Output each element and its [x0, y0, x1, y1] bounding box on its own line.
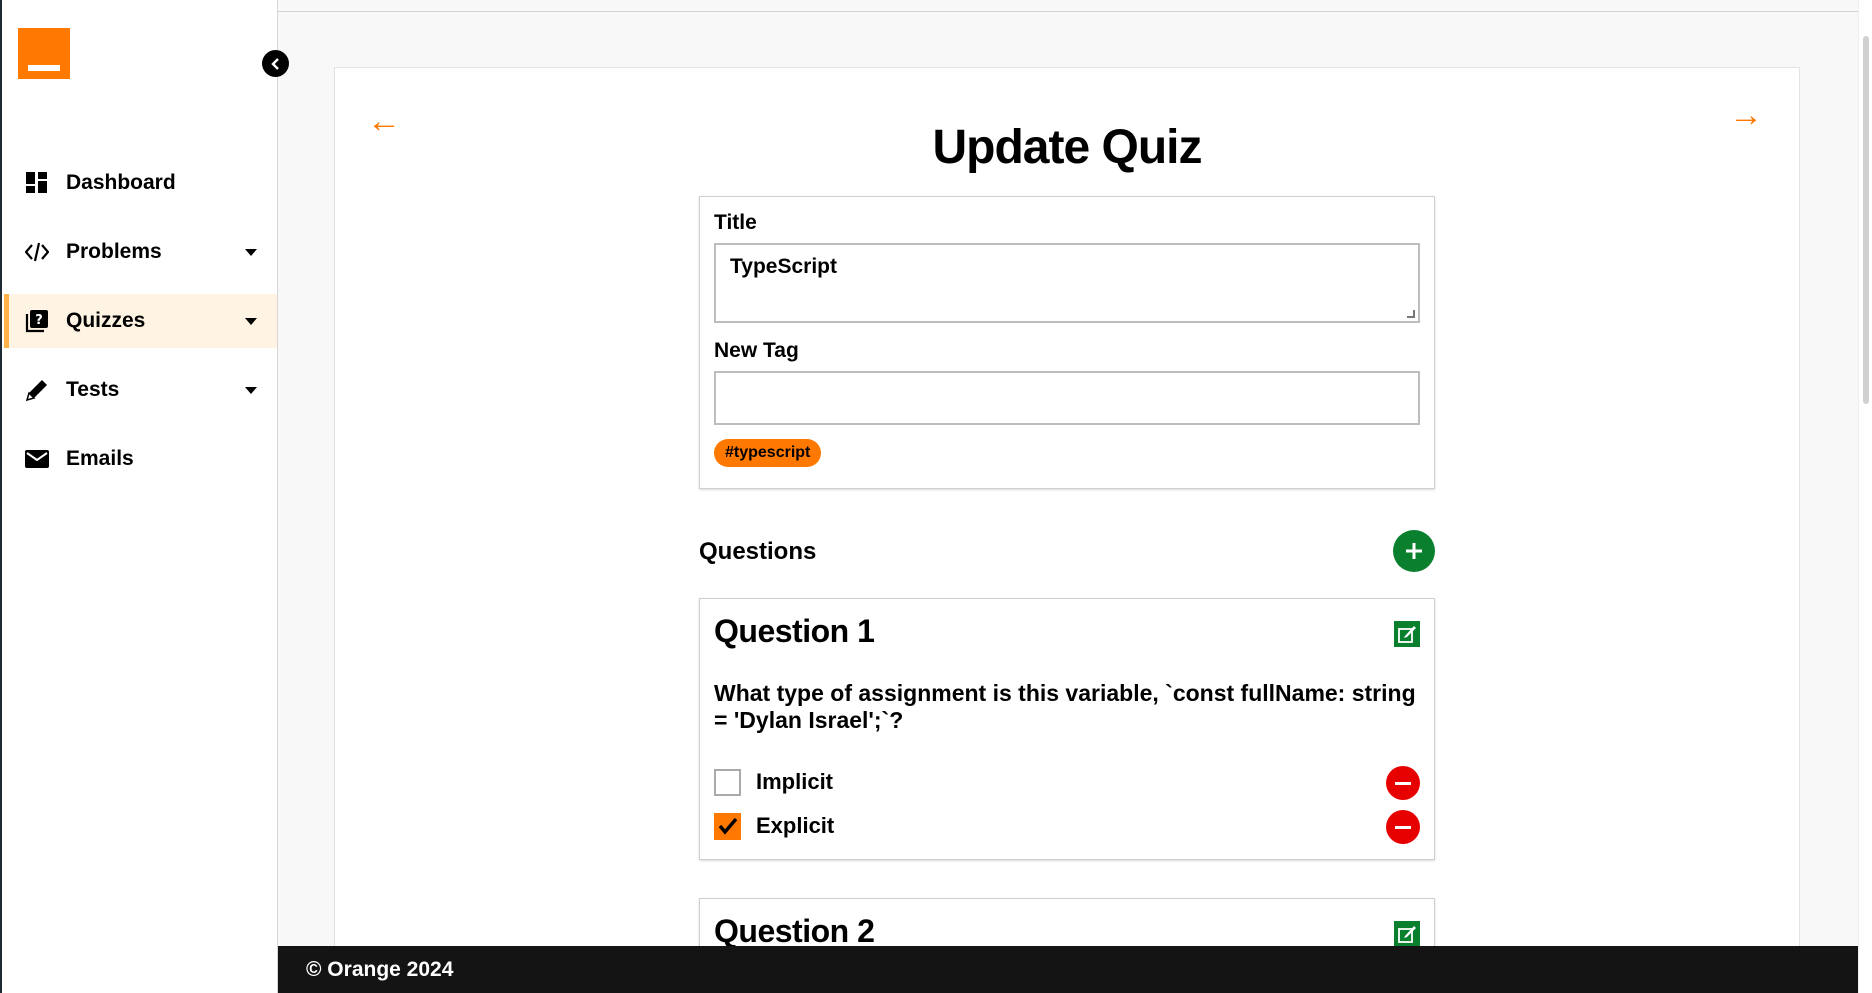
- sidebar-item-label: Problems: [66, 240, 162, 263]
- page-scrollbar[interactable]: [1858, 0, 1872, 993]
- sidebar-item-quizzes[interactable]: ? Quizzes: [4, 294, 277, 348]
- new-tag-input[interactable]: [714, 371, 1420, 425]
- footer: © Orange 2024: [278, 946, 1858, 993]
- sidebar-item-problems[interactable]: Problems: [4, 225, 277, 279]
- mail-icon: [24, 446, 50, 472]
- dashboard-icon: [24, 170, 50, 196]
- edit-question-button[interactable]: [1394, 621, 1420, 647]
- top-divider: [278, 0, 1858, 12]
- quiz-icon: ?: [24, 308, 50, 334]
- question-card: Question 1 What type of assignment is th…: [699, 598, 1435, 860]
- collapse-sidebar-button[interactable]: [262, 50, 289, 77]
- pencil-icon: [24, 377, 50, 403]
- quiz-panel: ← → Update Quiz Title TypeScript New Tag…: [334, 67, 1800, 946]
- caret-down-icon[interactable]: [245, 249, 257, 256]
- plus-icon: [1406, 543, 1422, 559]
- questions-header: Questions: [699, 530, 1435, 572]
- answer-list: Implicit Explicit: [714, 760, 1420, 848]
- resize-grip-icon[interactable]: [1407, 310, 1415, 318]
- edit-icon: [1398, 626, 1416, 643]
- sidebar-item-label: Dashboard: [66, 171, 176, 194]
- edit-icon: [1398, 926, 1416, 943]
- answer-label: Implicit: [756, 769, 834, 794]
- footer-copyright: © Orange 2024: [306, 957, 454, 981]
- quiz-form-card: Title TypeScript New Tag #typescript: [699, 196, 1435, 489]
- sidebar: Dashboard Problems ? Quizzes Tests Email…: [0, 0, 278, 993]
- question-title: Question 2: [714, 913, 875, 946]
- remove-answer-button[interactable]: [1386, 810, 1420, 844]
- sidebar-nav: Dashboard Problems ? Quizzes Tests Email…: [4, 156, 277, 501]
- main-content: ← → Update Quiz Title TypeScript New Tag…: [278, 0, 1858, 946]
- answer-label: Explicit: [756, 813, 835, 838]
- title-field-value: TypeScript: [730, 255, 837, 278]
- edit-question-button[interactable]: [1394, 921, 1420, 946]
- logo-bar: [28, 65, 60, 71]
- answer-item: Explicit: [714, 804, 1420, 848]
- orange-logo[interactable]: [18, 28, 70, 79]
- checkmark-icon: [718, 817, 737, 835]
- minus-icon: [1395, 825, 1411, 829]
- tag-badge[interactable]: #typescript: [714, 439, 822, 467]
- minus-icon: [1395, 781, 1411, 785]
- questions-heading: Questions: [699, 538, 817, 565]
- page-title: Update Quiz: [932, 121, 1202, 174]
- answer-checkbox[interactable]: [714, 812, 741, 840]
- code-icon: [24, 239, 50, 265]
- title-field[interactable]: TypeScript: [714, 243, 1420, 323]
- caret-down-icon[interactable]: [245, 318, 257, 325]
- sidebar-item-dashboard[interactable]: Dashboard: [4, 156, 277, 210]
- caret-down-icon[interactable]: [245, 387, 257, 394]
- question-card: Question 2: [699, 898, 1435, 946]
- remove-answer-button[interactable]: [1386, 766, 1420, 800]
- chevron-left-icon: [270, 57, 279, 70]
- question-title: Question 1: [714, 613, 875, 649]
- sidebar-item-label: Quizzes: [66, 309, 146, 332]
- add-question-button[interactable]: [1393, 530, 1435, 572]
- answer-item: Implicit: [714, 760, 1420, 804]
- sidebar-item-label: Tests: [66, 378, 120, 401]
- svg-text:?: ?: [35, 313, 43, 328]
- question-text: What type of assignment is this variable…: [714, 680, 1416, 733]
- answer-checkbox[interactable]: [714, 768, 741, 796]
- sidebar-item-tests[interactable]: Tests: [4, 363, 277, 417]
- new-tag-label: New Tag: [714, 339, 799, 362]
- scroll-thumb[interactable]: [1863, 36, 1869, 404]
- sidebar-item-emails[interactable]: Emails: [4, 432, 277, 486]
- title-label: Title: [714, 211, 757, 234]
- sidebar-item-label: Emails: [66, 447, 134, 470]
